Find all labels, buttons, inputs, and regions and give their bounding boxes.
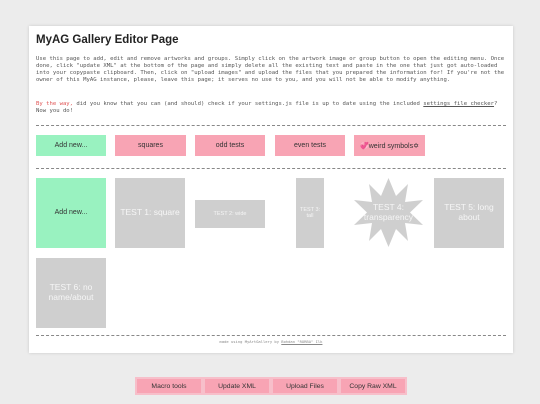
add-artwork-button[interactable]: Add new... <box>36 178 106 248</box>
update-xml-button[interactable]: Update XML <box>205 379 269 393</box>
artwork-test-5[interactable]: TEST 5: long about <box>434 178 504 248</box>
group-button-odd-tests[interactable]: odd tests <box>195 135 265 156</box>
tip-text: did you know that you can (and should) c… <box>73 101 424 107</box>
add-group-button[interactable]: Add new... <box>36 135 106 156</box>
macro-tools-button[interactable]: Macro tools <box>137 379 201 393</box>
artwork-test-6[interactable]: TEST 6: no name/about <box>36 258 106 328</box>
artwork-test-3[interactable]: TEST 3: tall <box>296 178 324 248</box>
bottom-toolbar: Macro tools Update XML Upload Files Copy… <box>135 377 407 395</box>
tip-prefix: By the way, <box>36 101 74 107</box>
copy-raw-xml-button[interactable]: Copy Raw XML <box>341 379 405 393</box>
intro-text: Use this page to add, edit and remove ar… <box>36 56 505 84</box>
group-button-even-tests[interactable]: even tests <box>275 135 345 156</box>
group-button-squares[interactable]: squares <box>115 135 186 156</box>
artwork-test-1[interactable]: TEST 1: square <box>115 178 185 248</box>
settings-tip: By the way, did you know that you can (a… <box>36 101 506 115</box>
artwork-test-2[interactable]: TEST 2: wide <box>195 200 265 228</box>
settings-checker-link[interactable]: settings file checker <box>423 101 494 107</box>
page-title: MyAG Gallery Editor Page <box>36 34 179 46</box>
credit-text: made using MyArtGallery by <box>219 339 282 344</box>
group-button-weird-symbols[interactable]: 💞weird symbols✡ <box>354 135 425 156</box>
editor-panel: MyAG Gallery Editor Page Use this page t… <box>29 26 513 353</box>
artwork-test-4[interactable]: TEST 4: transparency <box>354 178 423 247</box>
divider <box>36 168 506 169</box>
divider <box>36 125 506 126</box>
artwork-label: TEST 4: transparency <box>363 201 414 222</box>
divider <box>36 335 506 336</box>
author-link[interactable]: Bohdan "RORBA" Ilk <box>281 339 322 344</box>
upload-files-button[interactable]: Upload Files <box>273 379 337 393</box>
credit-line: made using MyArtGallery by Bohdan "RORBA… <box>29 339 513 344</box>
